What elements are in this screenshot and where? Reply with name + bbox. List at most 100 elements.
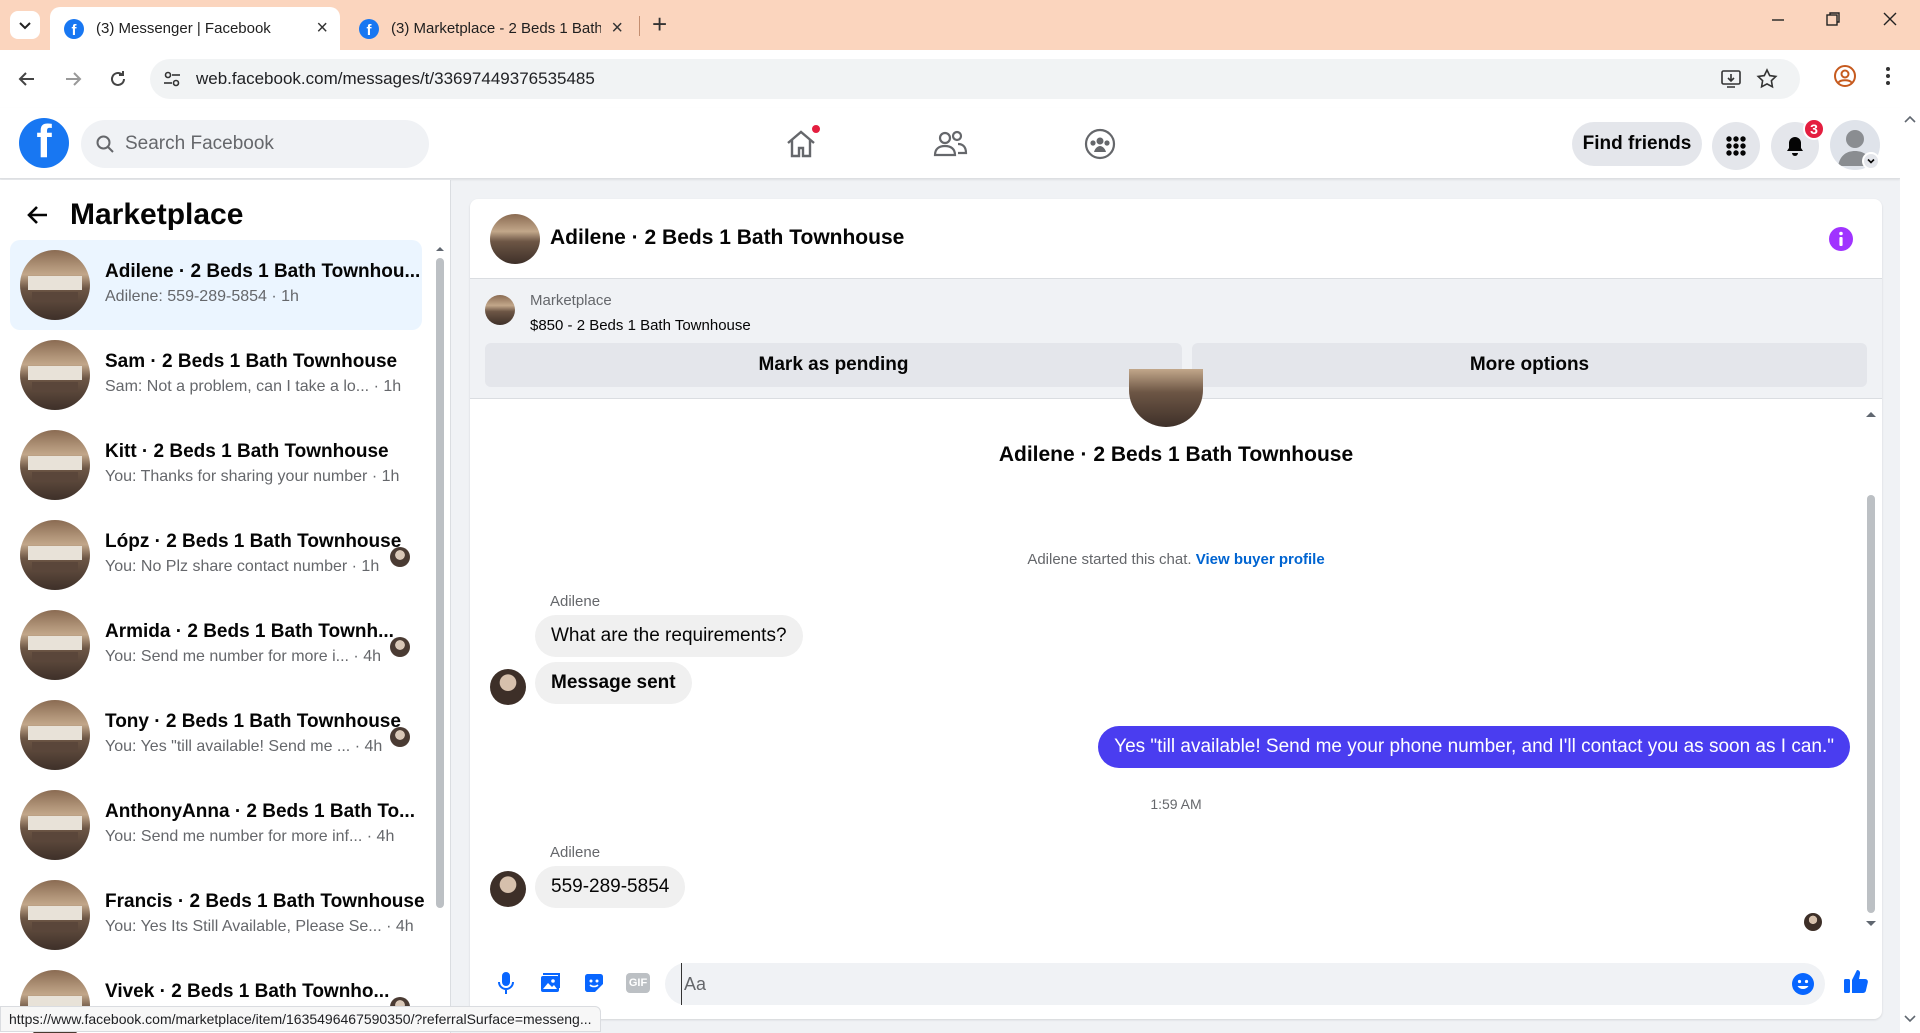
chat-title[interactable]: Adilene · 2 Beds 1 Bath Townhouse — [550, 226, 904, 250]
listing-thumbnail — [20, 700, 90, 770]
close-window-button[interactable] — [1882, 10, 1898, 33]
tab-messenger[interactable]: f (3) Messenger | Facebook × — [50, 7, 340, 50]
chat-scrollbar[interactable] — [1865, 409, 1877, 929]
scroll-down-icon[interactable] — [1865, 919, 1877, 929]
conversation-name: Sam · 2 Beds 1 Bath Townhouse — [105, 351, 398, 372]
scroll-up-icon[interactable] — [1904, 114, 1916, 124]
chat-scroll-thumb[interactable] — [1867, 495, 1875, 913]
conversation-name: Adilene · 2 Beds 1 Bath Townhou... — [105, 261, 421, 282]
groups-nav-button[interactable] — [1078, 122, 1122, 166]
page-scrollbar[interactable] — [1900, 108, 1920, 1033]
conversation-name: Vivek · 2 Beds 1 Bath Townho... — [105, 981, 390, 1002]
search-icon — [95, 134, 115, 159]
chat-header: Adilene · 2 Beds 1 Bath Townhouse — [470, 199, 1882, 279]
close-tab-icon[interactable]: × — [611, 17, 623, 40]
emoji-icon[interactable] — [1791, 972, 1815, 1001]
find-friends-button[interactable]: Find friends — [1572, 122, 1702, 166]
back-arrow-icon[interactable] — [26, 203, 50, 227]
restore-button[interactable] — [1825, 10, 1841, 33]
info-icon[interactable] — [1828, 226, 1854, 257]
mark-as-pending-button[interactable]: Mark as pending — [485, 343, 1182, 387]
sidebar-scrollbar[interactable] — [435, 240, 445, 960]
new-tab-button[interactable]: + — [652, 9, 667, 40]
search-input[interactable] — [125, 120, 415, 168]
message-input[interactable] — [681, 963, 1761, 1005]
attach-photo-button[interactable] — [536, 969, 564, 997]
scroll-up-icon[interactable] — [435, 244, 445, 254]
conversation-item[interactable]: Kitt · 2 Beds 1 Bath Townhouse You: Than… — [10, 420, 422, 510]
conversation-item[interactable]: AnthonyAnna · 2 Beds 1 Bath To... You: S… — [10, 780, 422, 870]
sender-avatar[interactable] — [490, 669, 526, 705]
conversation-item[interactable]: Tony · 2 Beds 1 Bath Townhouse You: Yes … — [10, 690, 422, 780]
home-nav-button[interactable] — [779, 122, 823, 166]
conversation-name: Armida · 2 Beds 1 Bath Townh... — [105, 621, 394, 642]
chat-thumbnail[interactable] — [490, 214, 540, 264]
seen-avatar — [390, 727, 410, 747]
tab-marketplace[interactable]: f (3) Marketplace - 2 Beds 1 Bath × — [345, 7, 635, 50]
sidebar-scroll-thumb[interactable] — [436, 258, 444, 908]
close-icon — [1883, 12, 1897, 26]
notification-count-badge: 3 — [1803, 118, 1825, 140]
url-text[interactable]: web.facebook.com/messages/t/336974493765… — [196, 69, 595, 89]
reload-button[interactable] — [103, 64, 133, 94]
browser-menu-icon[interactable] — [1884, 64, 1892, 93]
gif-button[interactable]: GIF — [624, 969, 652, 997]
voice-clip-button[interactable] — [492, 969, 520, 997]
sticker-button[interactable] — [580, 969, 608, 997]
listing-thumbnail — [20, 430, 90, 500]
incoming-message[interactable]: Message sent — [535, 662, 692, 704]
read-receipt-avatar — [1804, 913, 1822, 931]
chevron-down-icon — [1867, 158, 1875, 164]
incoming-message[interactable]: What are the requirements? — [535, 615, 803, 657]
chat-started-notice: Adilene started this chat. View buyer pr… — [470, 551, 1882, 568]
conversation-item[interactable]: Lópz · 2 Beds 1 Bath Townhouse You: No P… — [10, 510, 422, 600]
arrow-left-icon — [18, 72, 34, 86]
address-bar[interactable]: web.facebook.com/messages/t/336974493765… — [150, 59, 1800, 99]
seen-avatar — [390, 547, 410, 567]
notifications-button[interactable]: 3 — [1771, 118, 1825, 170]
grid-menu-icon — [1726, 136, 1746, 156]
conversation-item[interactable]: Armida · 2 Beds 1 Bath Townh... You: Sen… — [10, 600, 422, 690]
facebook-favicon-icon: f — [359, 18, 379, 39]
forward-button[interactable] — [58, 64, 88, 94]
facebook-search[interactable] — [81, 120, 429, 168]
tab-title: (3) Marketplace - 2 Beds 1 Bath — [391, 20, 601, 37]
browser-tab-bar: f (3) Messenger | Facebook × f (3) Marke… — [0, 0, 1920, 50]
menu-button[interactable] — [1712, 122, 1760, 170]
listing-title[interactable]: $850 - 2 Beds 1 Bath Townhouse — [530, 317, 751, 334]
bell-icon — [1787, 137, 1803, 156]
site-info-icon[interactable] — [162, 69, 182, 94]
outgoing-message[interactable]: Yes "till available! Send me your phone … — [1098, 726, 1850, 768]
reload-icon — [111, 71, 125, 86]
profile-icon[interactable] — [1833, 64, 1857, 93]
account-menu-chevron[interactable] — [1862, 152, 1880, 170]
seen-avatar — [390, 637, 410, 657]
listing-hero-thumbnail — [1129, 369, 1203, 427]
tab-search-button[interactable] — [10, 11, 40, 39]
more-options-button[interactable]: More options — [1192, 343, 1867, 387]
conversation-item[interactable]: Francis · 2 Beds 1 Bath Townhouse You: Y… — [10, 870, 425, 960]
conversation-item[interactable]: Sam · 2 Beds 1 Bath Townhouse Sam: Not a… — [10, 330, 422, 420]
close-tab-icon[interactable]: × — [316, 17, 328, 40]
back-button[interactable] — [12, 64, 42, 94]
chat-panel: Adilene · 2 Beds 1 Bath Townhouse Market… — [470, 199, 1882, 1019]
install-app-icon[interactable] — [1720, 68, 1742, 95]
tab-title: (3) Messenger | Facebook — [96, 20, 271, 37]
restore-icon — [1826, 12, 1840, 26]
message-thread: Adilene · 2 Beds 1 Bath Townhouse Adilen… — [470, 369, 1882, 939]
incoming-message[interactable]: 559-289-5854 — [535, 866, 686, 908]
send-like-button[interactable] — [1842, 967, 1870, 995]
thumbs-up-icon — [1844, 970, 1868, 993]
conversation-name: AnthonyAnna · 2 Beds 1 Bath To... — [105, 801, 415, 822]
scroll-up-icon[interactable] — [1865, 409, 1877, 419]
friends-nav-button[interactable] — [928, 122, 972, 166]
view-buyer-profile-link[interactable]: View buyer profile — [1196, 551, 1325, 568]
bookmark-star-icon[interactable] — [1756, 68, 1778, 95]
facebook-logo-icon[interactable]: f — [19, 118, 69, 168]
minimize-button[interactable] — [1770, 10, 1786, 33]
sender-avatar[interactable] — [490, 871, 526, 907]
conversation-item[interactable]: Adilene · 2 Beds 1 Bath Townhou... Adile… — [10, 240, 422, 330]
marketplace-sidebar: Marketplace Adilene · 2 Beds 1 Bath Town… — [0, 180, 450, 1033]
scroll-down-icon[interactable] — [1904, 1014, 1916, 1024]
message-input-wrapper[interactable] — [665, 963, 1825, 1005]
